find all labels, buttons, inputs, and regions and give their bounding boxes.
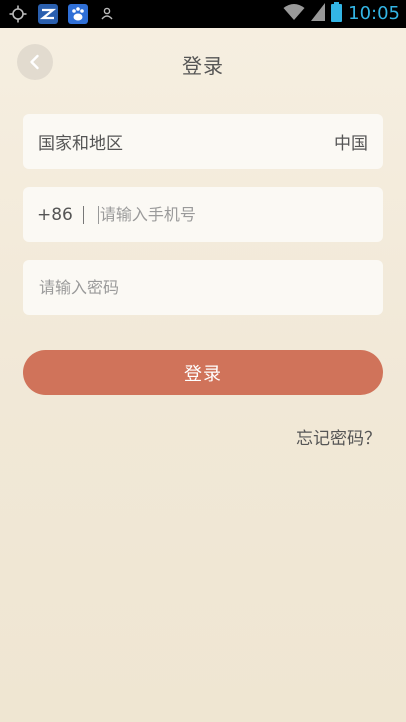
login-button[interactable]: 登录 [23,350,383,395]
country-code[interactable]: +86 [37,205,73,225]
gps-icon [8,4,28,24]
region-value: 中国 [334,134,368,154]
header: 登录 [0,28,406,96]
forgot-password-link[interactable]: 忘记密码？ [296,424,381,449]
region-label: 国家和地区 [38,134,123,154]
country-code-divider [82,205,84,224]
status-time: 10:05 [348,3,400,24]
signal-icon [311,3,326,25]
status-bar: 10:05 [0,0,406,28]
baidu-icon [68,4,88,24]
app-icon [38,4,58,24]
page-title: 登录 [182,54,224,78]
phone-input[interactable] [99,199,369,230]
text-cursor [97,205,99,224]
wifi-icon [283,3,305,25]
status-icons-left [8,4,118,24]
user-icon [98,4,118,24]
phone-field: +86 [23,187,383,242]
status-icons-right: 10:05 [283,2,400,26]
battery-icon [331,2,343,26]
region-selector[interactable]: 国家和地区 中国 [23,114,383,169]
password-input[interactable] [39,272,367,303]
password-field [23,260,383,315]
